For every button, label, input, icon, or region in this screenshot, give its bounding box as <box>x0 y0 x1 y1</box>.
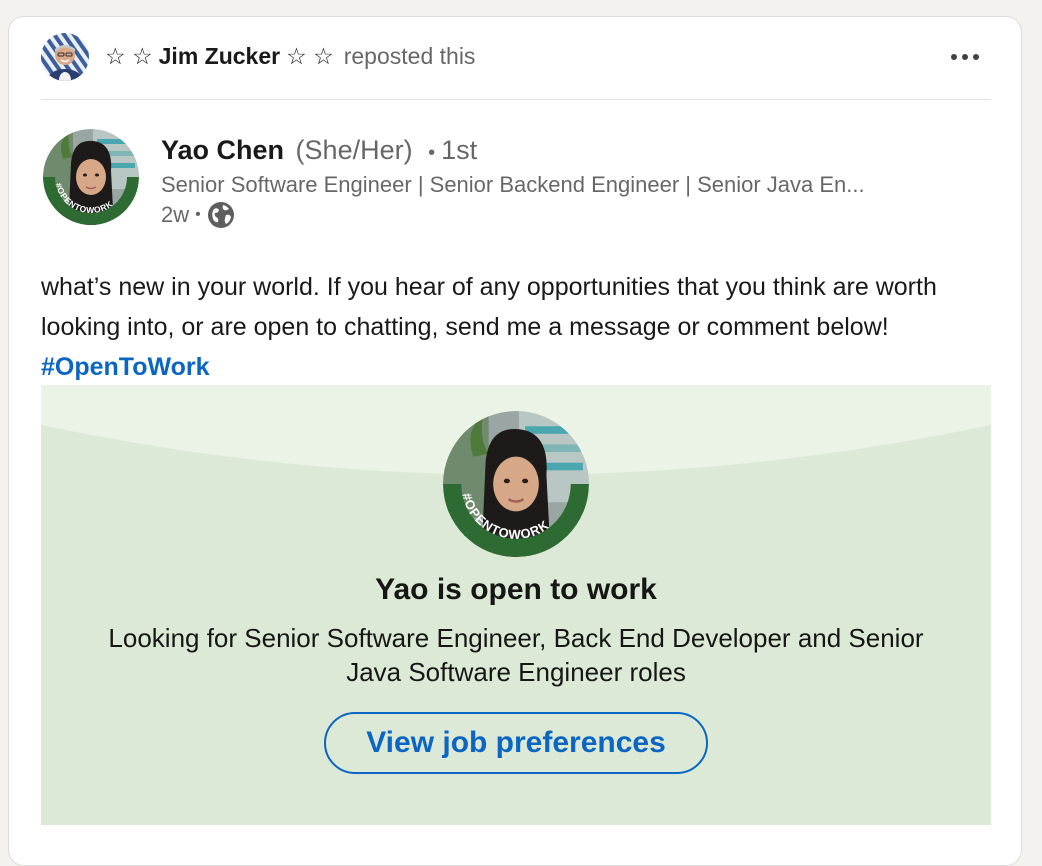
post-body: what’s new in your world. If you hear of… <box>41 267 991 387</box>
reposter-avatar[interactable] <box>41 33 89 81</box>
reposter-stars-right: ☆ ☆ <box>286 43 334 69</box>
degree-separator: • <box>428 142 436 164</box>
view-job-preferences-button[interactable]: View job preferences <box>324 712 708 774</box>
repost-verb: reposted this <box>343 43 476 69</box>
author-name[interactable]: Yao Chen <box>161 135 284 165</box>
open-to-work-avatar[interactable]: #OPENTOWORK <box>443 411 589 557</box>
repost-text: ☆ ☆ Jim Zucker ☆ ☆ reposted this <box>105 43 475 70</box>
post-author: #OPENTOWORK Yao Chen (She/Her) • 1st Seni… <box>41 127 991 230</box>
post-time: 2w <box>161 202 190 227</box>
repost-header: ☆ ☆ Jim Zucker ☆ ☆ reposted this <box>41 33 991 100</box>
reposter-stars-left: ☆ ☆ <box>105 43 153 69</box>
open-to-work-description: Looking for Senior Software Engineer, Ba… <box>108 623 924 687</box>
more-options-button[interactable] <box>945 43 985 71</box>
open-to-work-card: #OPENTOWORK Yao is open to work Looking … <box>41 385 991 825</box>
reposter-name[interactable]: Jim Zucker <box>159 43 280 70</box>
author-info: Yao Chen (She/Her) • 1st Senior Software … <box>161 133 981 230</box>
ellipsis-icon <box>951 54 979 60</box>
author-avatar[interactable]: #OPENTOWORK <box>43 129 139 225</box>
post-meta: 2w • <box>161 200 981 230</box>
feed-post-card: ☆ ☆ Jim Zucker ☆ ☆ reposted this #OPENTO… <box>8 16 1022 866</box>
hashtag-link[interactable]: #OpenToWork <box>41 353 210 381</box>
post-text: what’s new in your world. If you hear of… <box>41 273 937 341</box>
open-to-work-title: Yao is open to work <box>375 573 657 606</box>
author-name-line: Yao Chen (She/Her) • 1st <box>161 133 981 170</box>
globe-icon <box>207 202 234 228</box>
author-pronouns: (She/Her) <box>295 135 413 165</box>
author-headline: Senior Software Engineer | Senior Backen… <box>161 172 865 197</box>
connection-degree: 1st <box>441 135 478 165</box>
meta-separator: • <box>195 206 201 223</box>
